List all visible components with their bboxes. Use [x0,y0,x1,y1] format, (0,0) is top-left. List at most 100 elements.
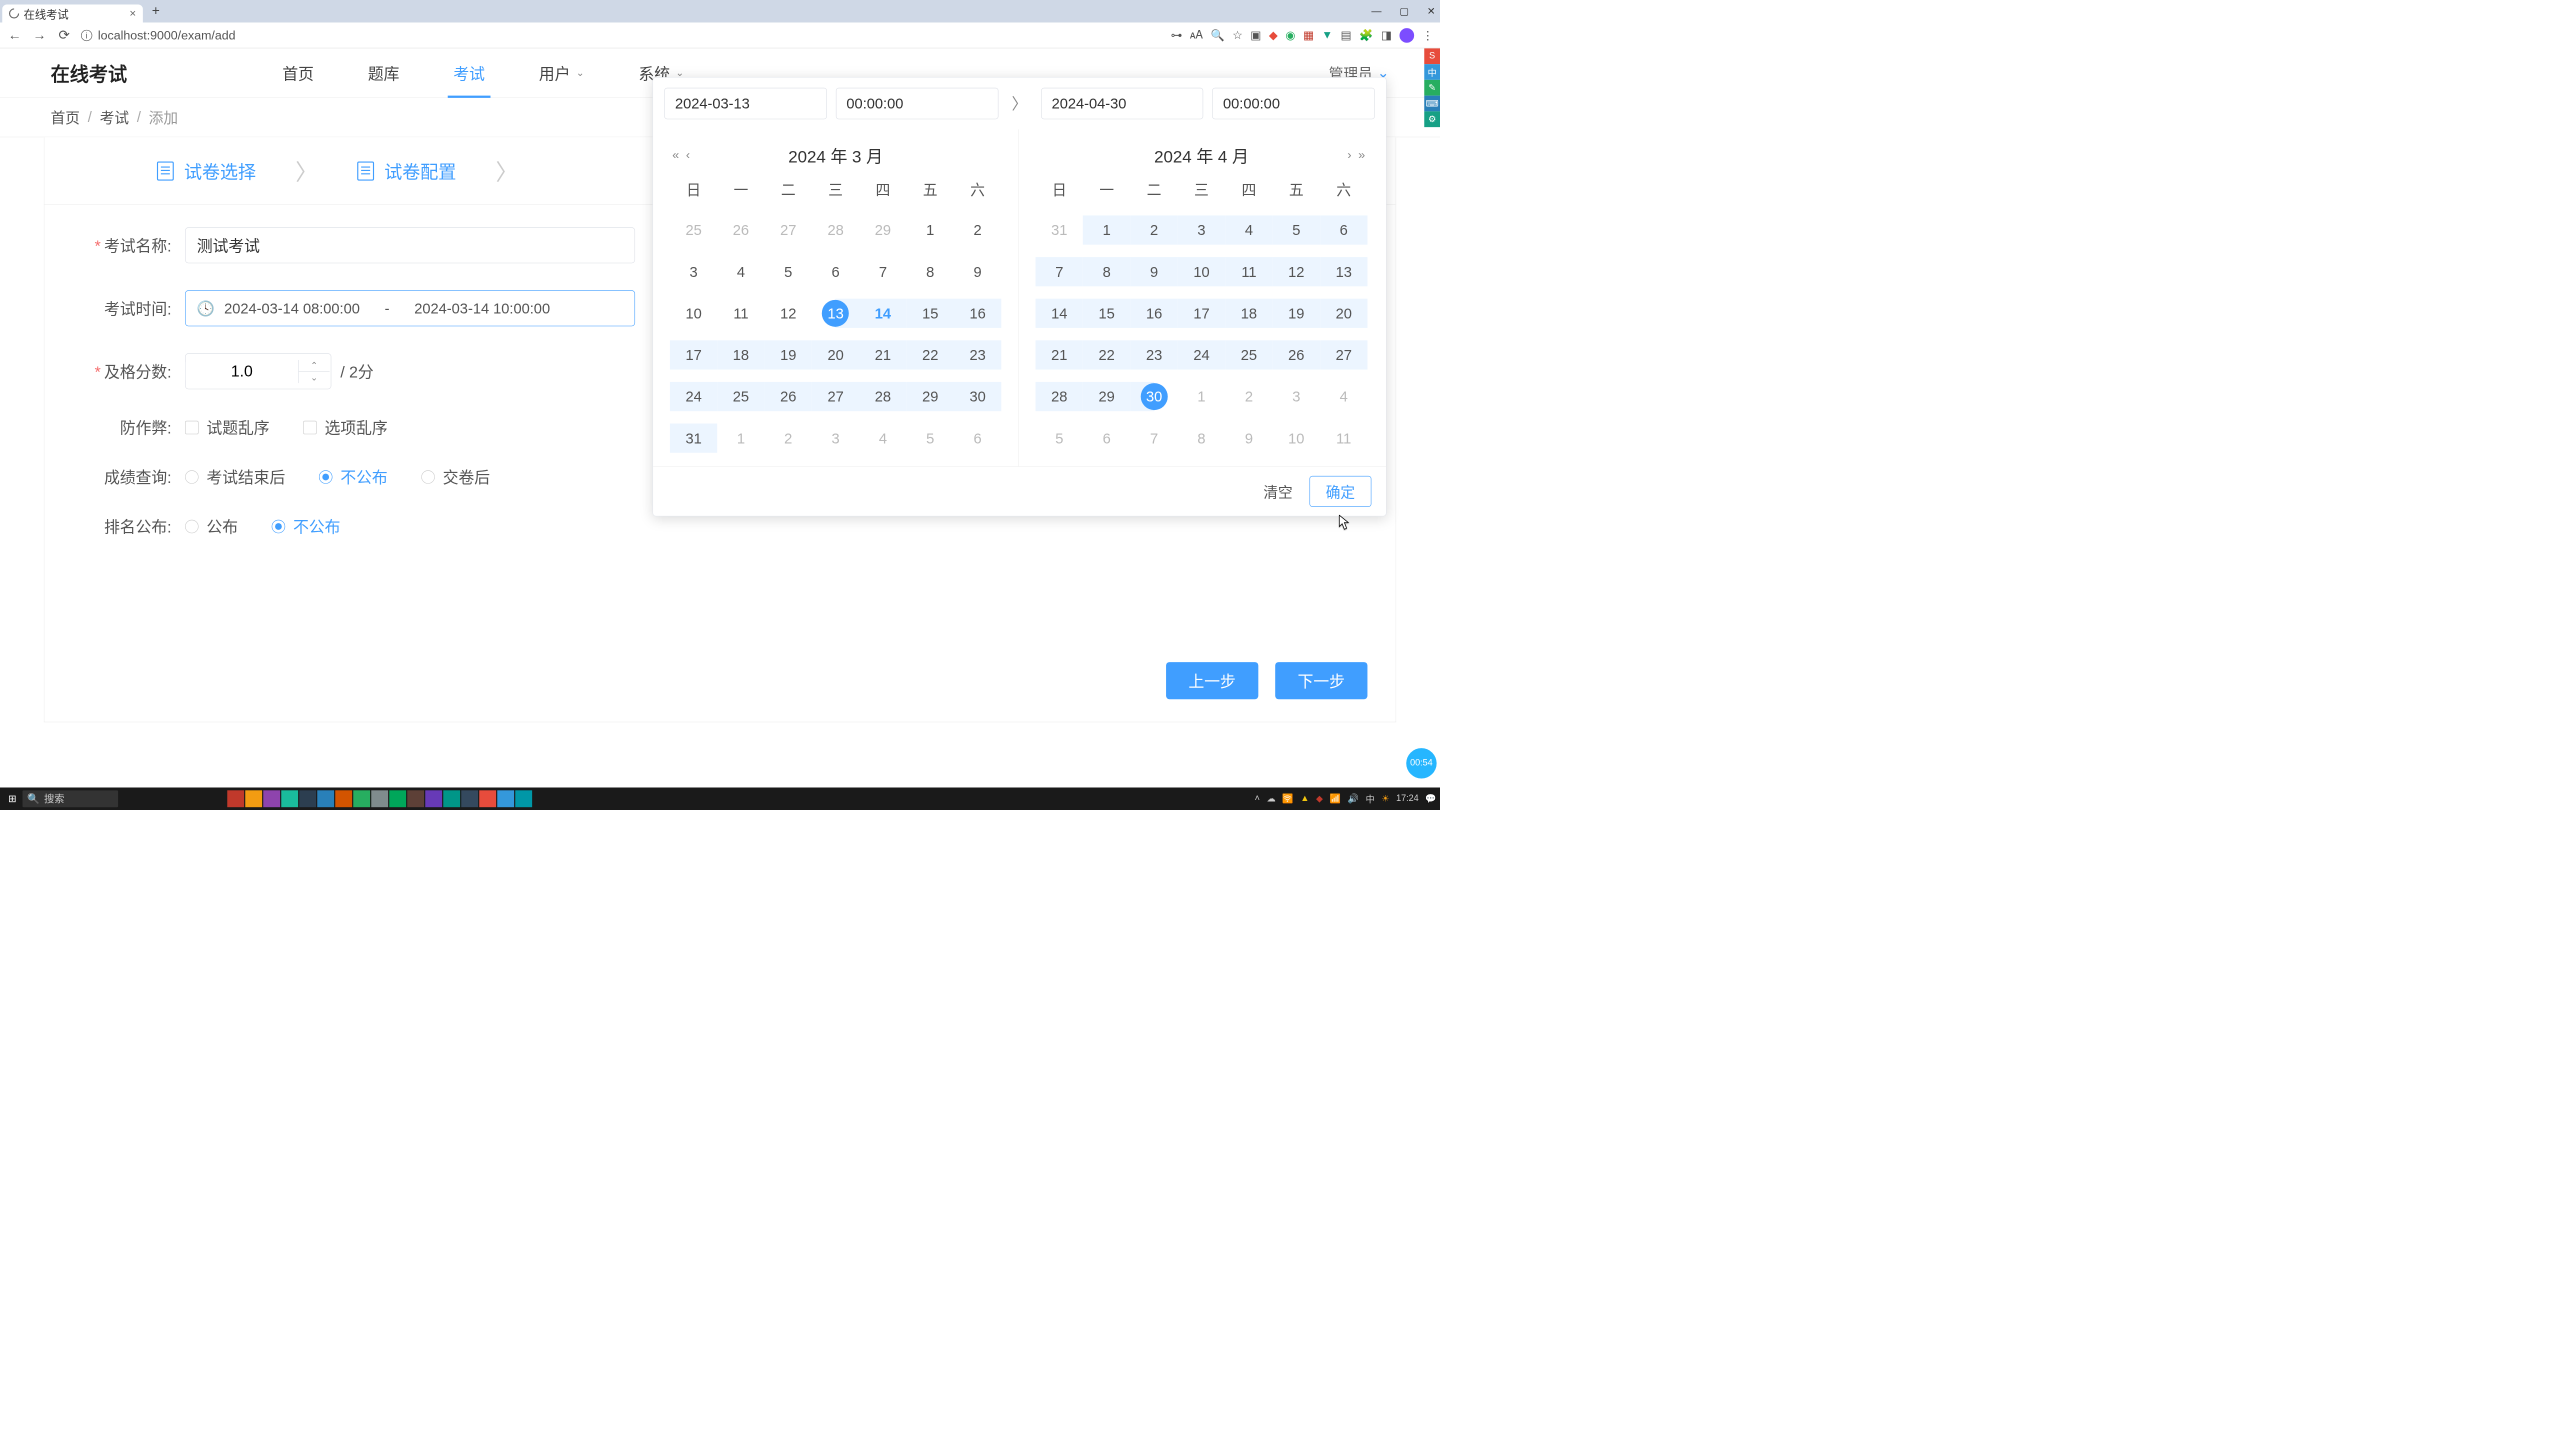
task-app5-icon[interactable] [317,790,334,807]
prev-year-icon[interactable]: « [672,148,679,163]
calendar-day[interactable]: 14 [1036,299,1083,328]
calendar-day[interactable]: 7 [1130,424,1177,453]
calendar-day[interactable]: 10 [670,299,717,328]
calendar-day[interactable]: 22 [1083,340,1130,369]
calendar-day[interactable]: 1 [717,424,764,453]
calendar-day[interactable]: 20 [812,340,859,369]
calendar-day[interactable]: 13 [1320,257,1367,286]
step-paper-select[interactable]: 试卷选择 [157,158,256,184]
calendar-day[interactable]: 23 [954,340,1001,369]
calendar-day[interactable]: 30 [954,382,1001,411]
task-app4-icon[interactable] [299,790,316,807]
calendar-day[interactable]: 26 [1273,340,1320,369]
system-tray[interactable]: ˄ ☁ 🛜 ▲ ◆ 📶 🔊 中 ☀ 17:24 💬 [1255,792,1437,806]
calendar-day[interactable]: 11 [717,299,764,328]
calendar-day[interactable]: 31 [1036,215,1083,244]
task-app1-icon[interactable] [227,790,244,807]
calendar-day[interactable]: 5 [765,257,812,286]
exam-time-picker[interactable]: 🕓 2024-03-14 08:00:00 - 2024-03-14 10:00… [185,290,635,326]
step-paper-config[interactable]: 试卷配置 [357,158,456,184]
translate-icon[interactable]: 🗚 [1190,29,1203,42]
start-button[interactable]: ⊞ [3,790,21,808]
next-step-button[interactable]: 下一步 [1275,662,1367,699]
calendar-day[interactable]: 3 [1178,215,1225,244]
task-app13-icon[interactable] [479,790,496,807]
ime-set-icon[interactable]: ⚙ [1424,111,1440,127]
calendar-day[interactable]: 21 [1036,340,1083,369]
ext5-icon[interactable]: ▼ [1322,29,1333,42]
rank-publish-radio[interactable]: 公布 [185,515,238,538]
stepper-up-icon[interactable]: ⌃ [299,360,330,372]
pass-score-input[interactable] [186,362,299,380]
site-info-icon[interactable]: i [81,30,92,41]
tray-bat-icon[interactable]: ☀ [1381,793,1389,804]
calendar-day[interactable]: 25 [1225,340,1272,369]
nav-back-icon[interactable]: ← [7,27,23,43]
calendar-day[interactable]: 28 [812,215,859,244]
clear-button[interactable]: 清空 [1263,481,1292,502]
window-minimize-icon[interactable]: — [1371,5,1381,17]
calendar-day[interactable]: 18 [1225,299,1272,328]
calendar-day[interactable]: 2 [954,215,1001,244]
calendar-day[interactable]: 2 [1225,382,1272,411]
question-shuffle-checkbox[interactable]: 试题乱序 [185,416,269,439]
bookmark-icon[interactable]: ☆ [1232,28,1242,42]
calendar-day[interactable]: 4 [859,424,906,453]
calendar-day[interactable]: 21 [859,340,906,369]
calendar-day[interactable]: 18 [717,340,764,369]
nav-forward-icon[interactable]: → [32,27,48,43]
calendar-day[interactable]: 25 [670,215,717,244]
task-app3-icon[interactable] [281,790,298,807]
rank-unpublish-radio[interactable]: 不公布 [272,515,341,538]
calendar-day[interactable]: 29 [859,215,906,244]
task-app10-icon[interactable] [425,790,442,807]
profile-avatar[interactable] [1400,28,1415,43]
task-app9-icon[interactable] [407,790,424,807]
calendar-day[interactable]: 1 [1178,382,1225,411]
calendar-day[interactable]: 16 [954,299,1001,328]
ime-kb-icon[interactable]: ⌨ [1424,96,1440,112]
task-app15-icon[interactable] [515,790,532,807]
calendar-day[interactable]: 31 [670,424,717,453]
calendar-day[interactable]: 25 [717,382,764,411]
key-icon[interactable]: ⊶ [1171,28,1182,42]
task-app11-icon[interactable] [443,790,460,807]
tray-wifi-icon[interactable]: 📶 [1330,793,1341,804]
breadcrumb-exam[interactable]: 考试 [100,107,129,128]
calendar-day[interactable]: 4 [1225,215,1272,244]
ext1-icon[interactable]: ▣ [1250,28,1261,42]
tray-up-icon[interactable]: ˄ [1255,794,1260,804]
calendar-day[interactable]: 8 [1083,257,1130,286]
calendar-day[interactable]: 7 [1036,257,1083,286]
calendar-day[interactable]: 6 [812,257,859,286]
tray-vol-icon[interactable]: 🔊 [1348,793,1359,804]
confirm-button[interactable]: 确定 [1309,476,1371,507]
browser-tab[interactable]: 在线考试 × [2,5,143,23]
ime-icon[interactable]: S [1424,48,1440,64]
calendar-day[interactable]: 27 [765,215,812,244]
calendar-day[interactable]: 23 [1130,340,1177,369]
calendar-day[interactable]: 17 [1178,299,1225,328]
calendar-day[interactable]: 14 [859,299,906,328]
task-app14-icon[interactable] [497,790,514,807]
calendar-day[interactable]: 16 [1130,299,1177,328]
tray-sec-icon[interactable]: ◆ [1316,793,1323,804]
ime-lang-icon[interactable]: 中 [1424,64,1440,80]
calendar-day[interactable]: 9 [954,257,1001,286]
calendar-day[interactable]: 26 [765,382,812,411]
tray-net-icon[interactable]: 🛜 [1282,793,1293,804]
calendar-day[interactable]: 19 [765,340,812,369]
calendar-day[interactable]: 8 [1178,424,1225,453]
nav-item-3[interactable]: 用户⌄ [519,48,605,98]
window-close-icon[interactable]: ✕ [1427,5,1435,17]
prev-month-icon[interactable]: ‹ [686,148,690,163]
nav-item-0[interactable]: 首页 [262,48,334,98]
recording-timer-badge[interactable]: 00:54 [1406,748,1436,778]
calendar-day[interactable]: 5 [1273,215,1320,244]
option-shuffle-checkbox[interactable]: 选项乱序 [303,416,387,439]
side-panel-icon[interactable]: ◨ [1381,28,1392,42]
calendar-day[interactable]: 10 [1178,257,1225,286]
calendar-day[interactable]: 3 [812,424,859,453]
calendar-day[interactable]: 27 [812,382,859,411]
calendar-day[interactable]: 2 [765,424,812,453]
